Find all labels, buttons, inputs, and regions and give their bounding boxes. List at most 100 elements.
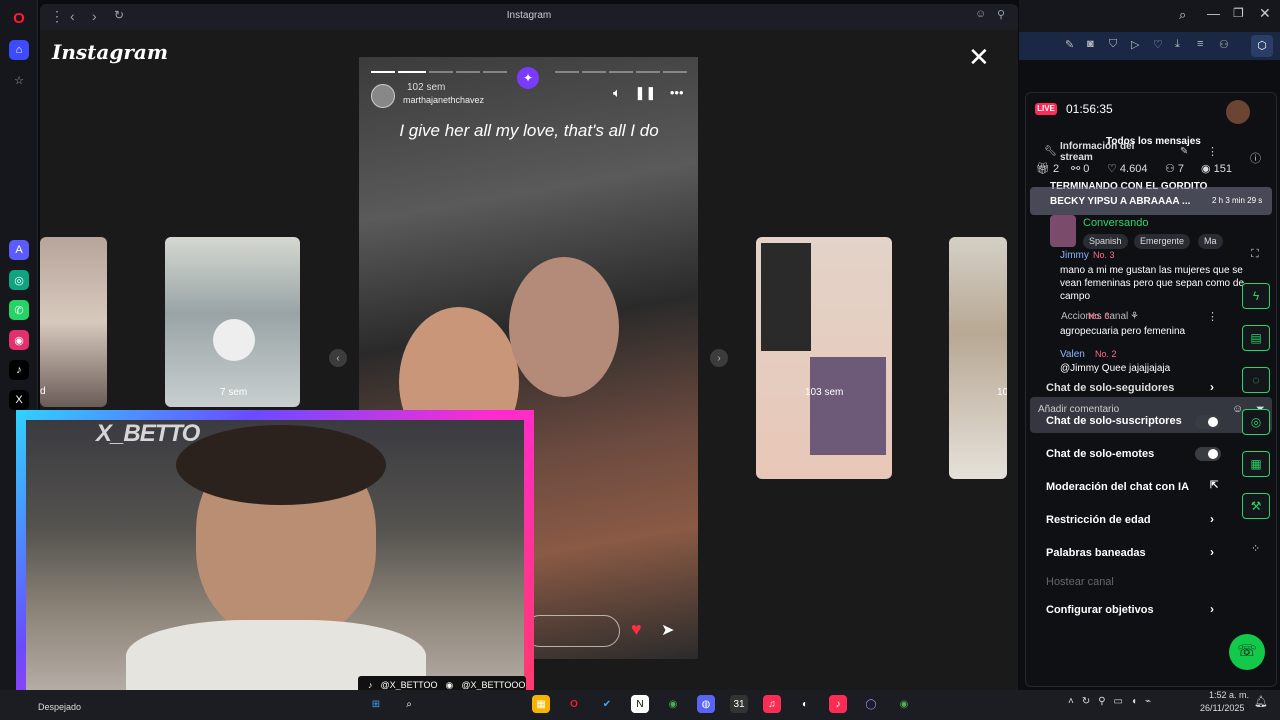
tiktok-icon[interactable]: ♪	[9, 360, 29, 380]
clock-date[interactable]: 26/11/2025	[1200, 703, 1244, 713]
menu-age-restriction[interactable]: Restricción de edad	[1046, 514, 1151, 526]
emoji-icon[interactable]: ☺	[975, 8, 986, 20]
instagram-icon[interactable]: ◉	[9, 330, 29, 350]
story-username[interactable]: marthajanethchavez	[403, 95, 484, 105]
tag-chip[interactable]: Ma	[1198, 234, 1223, 249]
story-thumbnail[interactable]: 103 sem	[756, 237, 892, 479]
support-chat-icon[interactable]: ☏	[1229, 634, 1265, 670]
chevron-right-icon[interactable]: ›	[1210, 380, 1214, 394]
story-progress	[371, 71, 395, 73]
dots-icon[interactable]: ⁘	[1251, 542, 1260, 555]
home-icon[interactable]: ⌂	[9, 40, 29, 60]
star-icon[interactable]: ☆	[9, 70, 29, 90]
document-icon[interactable]: ▤	[1242, 325, 1270, 351]
extension-icon[interactable]: ⬡	[1251, 35, 1273, 57]
search-icon[interactable]: ⌕	[400, 695, 418, 713]
lightning-icon[interactable]: ϟ	[1242, 283, 1270, 309]
file-explorer-icon[interactable]: ▦	[532, 695, 550, 713]
edit-icon[interactable]: ✎	[1180, 146, 1188, 157]
download-icon[interactable]: ⤓	[1175, 38, 1180, 51]
send-icon[interactable]: ➤	[661, 620, 674, 640]
heart-icon[interactable]: ♥	[631, 619, 642, 640]
more-options-icon[interactable]: •••	[670, 85, 684, 100]
subscribers-only-toggle[interactable]	[1195, 415, 1221, 429]
edit-icon[interactable]: ✎	[1065, 38, 1074, 51]
menu-host-channel[interactable]: Hostear canal	[1046, 576, 1114, 588]
search-icon[interactable]: ⌕	[1179, 7, 1186, 23]
x-icon[interactable]: X	[9, 390, 29, 410]
volume-icon[interactable]: 🔈︎	[613, 85, 621, 100]
tag-chip[interactable]: Emergente	[1134, 234, 1191, 249]
add-comment-input[interactable]: Añadir comentario	[1038, 404, 1119, 415]
menu-set-goals[interactable]: Configurar objetivos	[1046, 604, 1154, 616]
next-story-icon[interactable]: ›	[710, 349, 728, 367]
start-icon[interactable]: ⊞	[367, 695, 385, 713]
reply-input[interactable]	[524, 615, 620, 647]
pin-icon[interactable]: ⚲	[997, 8, 1005, 21]
menu-banned-words[interactable]: Palabras baneadas	[1046, 547, 1146, 559]
menu-subscribers-only[interactable]: Chat de solo-suscriptores	[1046, 415, 1182, 427]
pause-icon[interactable]: ❚❚	[634, 85, 656, 100]
info-icon[interactable]: ⓘ	[1250, 150, 1261, 166]
story-thumbnail[interactable]: 7 sem	[165, 237, 300, 407]
chrome-icon[interactable]: ◉	[664, 695, 682, 713]
page-title[interactable]: Instagram	[40, 10, 1018, 21]
chevron-right-icon[interactable]: ›	[1210, 512, 1214, 526]
chat-username[interactable]: Jimmy	[1060, 250, 1089, 261]
notification-bell-icon[interactable]: 🔔︎	[1254, 695, 1268, 708]
chat-bubble-icon[interactable]: ◌	[1242, 367, 1270, 393]
more-options-icon[interactable]: ⋮	[1207, 310, 1218, 323]
chrome-icon[interactable]: ◉	[895, 695, 913, 713]
tiktok-icon[interactable]: ♪	[829, 695, 847, 713]
clock-time[interactable]: 1:52 a. m.	[1209, 690, 1249, 700]
ai-sparkle-icon[interactable]: ✦	[517, 67, 539, 89]
story-progress	[636, 71, 660, 73]
obs-icon[interactable]: ◐	[796, 695, 814, 713]
chatgpt-icon[interactable]: ◎	[9, 270, 29, 290]
shield-icon[interactable]: ⛉	[1109, 38, 1117, 51]
chat-username[interactable]: ⚘	[1130, 311, 1139, 322]
expand-icon[interactable]: ⛶	[1251, 248, 1259, 261]
aria-icon[interactable]: A	[9, 240, 29, 260]
app-icon[interactable]: ◯	[862, 695, 880, 713]
heart-icon[interactable]: ♡	[1153, 38, 1163, 51]
close-window-icon[interactable]: ✕	[1259, 5, 1271, 22]
instagram-logo[interactable]: Instagram	[52, 40, 168, 64]
whatsapp-icon[interactable]: ✆	[9, 300, 29, 320]
todo-icon[interactable]: ✔	[598, 695, 616, 713]
discord-icon[interactable]: ◍	[697, 695, 715, 713]
menu-ai-moderation[interactable]: Moderación del chat con IA	[1046, 481, 1189, 493]
broadcast-icon[interactable]: ◎	[1242, 409, 1270, 435]
camera-icon[interactable]: ◙	[1087, 38, 1094, 50]
emotes-only-toggle[interactable]	[1195, 447, 1221, 461]
play-icon[interactable]: ▷	[1131, 38, 1139, 51]
story-thumbnail[interactable]: 10	[949, 237, 1007, 479]
story-thumbnail[interactable]: d	[40, 237, 107, 407]
menu-followers-only[interactable]: Chat de solo-seguidores	[1046, 382, 1174, 394]
tag-chip[interactable]: Spanish	[1083, 234, 1128, 249]
notion-icon[interactable]: N	[631, 695, 649, 713]
views-stat: ◉ 151	[1201, 163, 1233, 175]
list-icon[interactable]: ≡	[1197, 38, 1203, 50]
weather-status[interactable]: Despejado	[38, 702, 81, 712]
calendar-icon[interactable]: 31	[730, 695, 748, 713]
opera-icon[interactable]: O	[565, 695, 583, 713]
avatar[interactable]	[1226, 100, 1250, 124]
previous-story-icon[interactable]: ‹	[329, 349, 347, 367]
menu-emotes-only[interactable]: Chat de solo-emotes	[1046, 448, 1154, 460]
opera-logo-icon[interactable]: O	[9, 8, 29, 28]
chevron-right-icon[interactable]: ›	[1210, 602, 1214, 616]
close-icon[interactable]: ✕	[968, 44, 990, 70]
more-options-icon[interactable]: ⋮	[1207, 145, 1218, 158]
external-link-icon[interactable]: ⇱	[1210, 480, 1218, 491]
chevron-right-icon[interactable]: ›	[1210, 545, 1214, 559]
wrench-icon[interactable]: ⚒	[1242, 493, 1270, 519]
restore-icon[interactable]: ❐	[1233, 6, 1244, 20]
music-icon[interactable]: ♫	[763, 695, 781, 713]
user-icon[interactable]: ⚇	[1219, 38, 1229, 51]
chat-username[interactable]: Valen	[1060, 349, 1085, 360]
minimize-icon[interactable]: —	[1207, 6, 1220, 21]
system-tray[interactable]: ˄↻⚲▭◖⌁	[1068, 696, 1159, 707]
avatar[interactable]	[371, 84, 395, 108]
layout-icon[interactable]: ▦	[1242, 451, 1270, 477]
